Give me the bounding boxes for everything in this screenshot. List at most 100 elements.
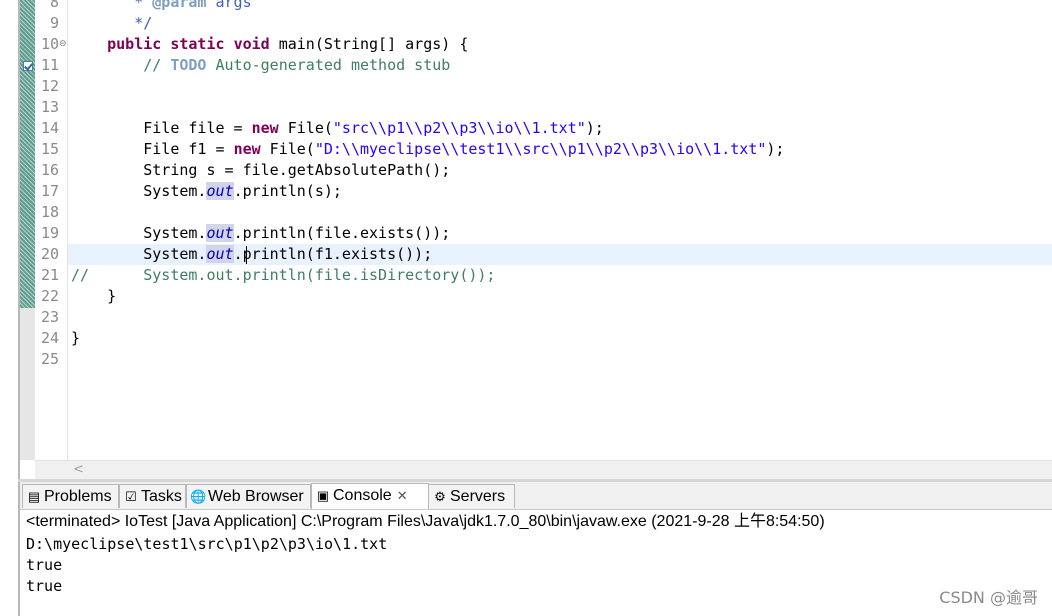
- javadoc-param-tag: @param: [152, 0, 207, 11]
- closing-brace: }: [107, 287, 117, 305]
- csdn-watermark: CSDN @逾哥: [939, 588, 1038, 607]
- problems-icon: ▤: [27, 489, 41, 504]
- tab-console[interactable]: ▣ Console ✕: [311, 483, 429, 509]
- line-number: 20: [40, 245, 59, 263]
- code-line-8: * @param args: [71, 0, 252, 13]
- web-browser-icon: 🌐: [190, 489, 207, 504]
- code-text: File file =: [143, 119, 252, 137]
- comment-text: Auto-generated method stub: [206, 56, 451, 74]
- string-literal: "src\\p1\\p2\\p3\\io\\1.txt": [332, 119, 586, 137]
- code-line-9: */: [71, 13, 152, 34]
- line-number: 24: [40, 329, 59, 347]
- code-line-10: public static void main(String[] args) {: [71, 34, 468, 55]
- keyword: new: [233, 140, 261, 158]
- javadoc-star: *: [125, 0, 153, 11]
- line-number: 21: [40, 266, 59, 284]
- scroll-left-arrow-icon[interactable]: <: [73, 461, 84, 479]
- fold-collapse-icon[interactable]: ⊖: [59, 34, 67, 55]
- keyword: void: [233, 35, 270, 53]
- code-text: .println(f1.exists());: [233, 245, 433, 263]
- code-line-24: }: [71, 328, 80, 349]
- task-marker-icon[interactable]: [23, 61, 33, 71]
- code-line-11: // TODO Auto-generated method stub: [71, 55, 450, 76]
- keyword: new: [251, 119, 279, 137]
- javadoc-text: args: [206, 0, 252, 11]
- code-line-21: // System.out.println(file.isDirectory()…: [71, 265, 495, 286]
- tab-web-browser[interactable]: 🌐 Web Browser: [186, 484, 311, 508]
- servers-icon: ⚙: [434, 489, 446, 504]
- line-number: 18: [40, 203, 59, 221]
- code-text: .println(s);: [233, 182, 342, 200]
- code-line-20: System.out.println(f1.exists());: [71, 244, 432, 265]
- text-caret: [246, 246, 247, 264]
- code-text-area[interactable]: * @param args */ public static void main…: [68, 0, 1052, 460]
- line-number: 19: [40, 224, 59, 242]
- closing-brace: }: [71, 329, 81, 347]
- tab-label: Tasks: [141, 488, 182, 505]
- tasks-icon: ☑: [125, 489, 137, 504]
- line-number: 14: [40, 119, 59, 137]
- line-number: 9: [49, 14, 59, 32]
- tab-label: Servers: [450, 488, 506, 505]
- tab-label: Problems: [44, 488, 112, 505]
- console-panel: ▤ Problems ☑ Tasks 🌐 Web Browser ▣ Console ✕ …: [18, 482, 1052, 616]
- close-icon[interactable]: ✕: [392, 488, 408, 503]
- line-number: 12: [40, 77, 59, 95]
- line-number: 10: [40, 35, 59, 53]
- code-text: );: [585, 119, 604, 137]
- line-number: 8: [49, 0, 59, 11]
- code-line-17: System.out.println(s);: [71, 181, 342, 202]
- console-output-line: true: [26, 577, 63, 595]
- method-signature: main(String[] args) {: [278, 35, 469, 53]
- code-text: System.: [143, 224, 207, 242]
- code-line-19: System.out.println(file.exists());: [71, 223, 450, 244]
- tab-servers[interactable]: ⚙ Servers: [429, 484, 515, 508]
- line-number: 13: [40, 98, 59, 116]
- code-text: System.: [143, 182, 207, 200]
- code-line-14: File file = new File("src\\p1\\p2\\p3\\i…: [71, 118, 604, 139]
- code-line-16: String s = file.getAbsolutePath();: [71, 160, 450, 181]
- line-number: 23: [40, 308, 59, 326]
- change-ruler: [20, 0, 35, 308]
- comment-prefix: //: [71, 266, 90, 284]
- static-field-out: out: [206, 182, 234, 200]
- comment-prefix: //: [143, 56, 171, 74]
- line-number-gutter[interactable]: 8 9 10 ⊖ 11 12 13 14 15 16 17 18 19 20 2…: [35, 0, 68, 460]
- console-output-line: true: [26, 556, 63, 574]
- code-text: File(: [260, 140, 315, 158]
- ruler-empty-area: [20, 308, 35, 460]
- console-status: <terminated> IoTest [Java Application] C…: [26, 513, 825, 530]
- line-number: 11: [40, 56, 59, 74]
- keyword: public: [107, 35, 162, 53]
- line-number: 16: [40, 161, 59, 179]
- code-text: File f1 =: [143, 140, 234, 158]
- console-output-line: D:\myeclipse\test1\src\p1\p2\p3\io\1.txt: [26, 535, 388, 553]
- code-line-15: File f1 = new File("D:\\myeclipse\\test1…: [71, 139, 784, 160]
- static-field-out: out: [206, 224, 234, 242]
- line-number: 17: [40, 182, 59, 200]
- line-number: 25: [40, 350, 59, 368]
- string-literal: "D:\\myeclipse\\test1\\src\\p1\\p2\\p3\\…: [314, 140, 767, 158]
- code-text: );: [766, 140, 785, 158]
- javadoc-end: */: [125, 14, 153, 32]
- keyword: static: [170, 35, 225, 53]
- tab-label: Web Browser: [208, 488, 304, 505]
- code-editor[interactable]: 8 9 10 ⊖ 11 12 13 14 15 16 17 18 19 20 2…: [0, 0, 1052, 482]
- code-text: System.: [143, 245, 207, 263]
- line-number: 15: [40, 140, 59, 158]
- todo-tag: TODO: [170, 56, 207, 74]
- tab-label: Console: [333, 487, 392, 504]
- code-line-22: }: [71, 286, 116, 307]
- static-field-out: out: [206, 245, 234, 263]
- horizontal-scrollbar[interactable]: <: [35, 460, 1052, 479]
- line-number: 22: [40, 287, 59, 305]
- code-text: File(: [278, 119, 333, 137]
- console-icon: ▣: [316, 488, 330, 503]
- tab-problems[interactable]: ▤ Problems: [22, 484, 119, 508]
- comment-text: System.out.println(file.isDirectory());: [143, 266, 496, 284]
- tab-tasks[interactable]: ☑ Tasks: [119, 484, 186, 508]
- code-text: String s = file.getAbsolutePath();: [143, 161, 451, 179]
- view-tab-bar: ▤ Problems ☑ Tasks 🌐 Web Browser ▣ Console ✕ …: [20, 482, 1052, 510]
- console-output[interactable]: D:\myeclipse\test1\src\p1\p2\p3\io\1.txt…: [26, 534, 387, 597]
- code-text: .println(file.exists());: [233, 224, 451, 242]
